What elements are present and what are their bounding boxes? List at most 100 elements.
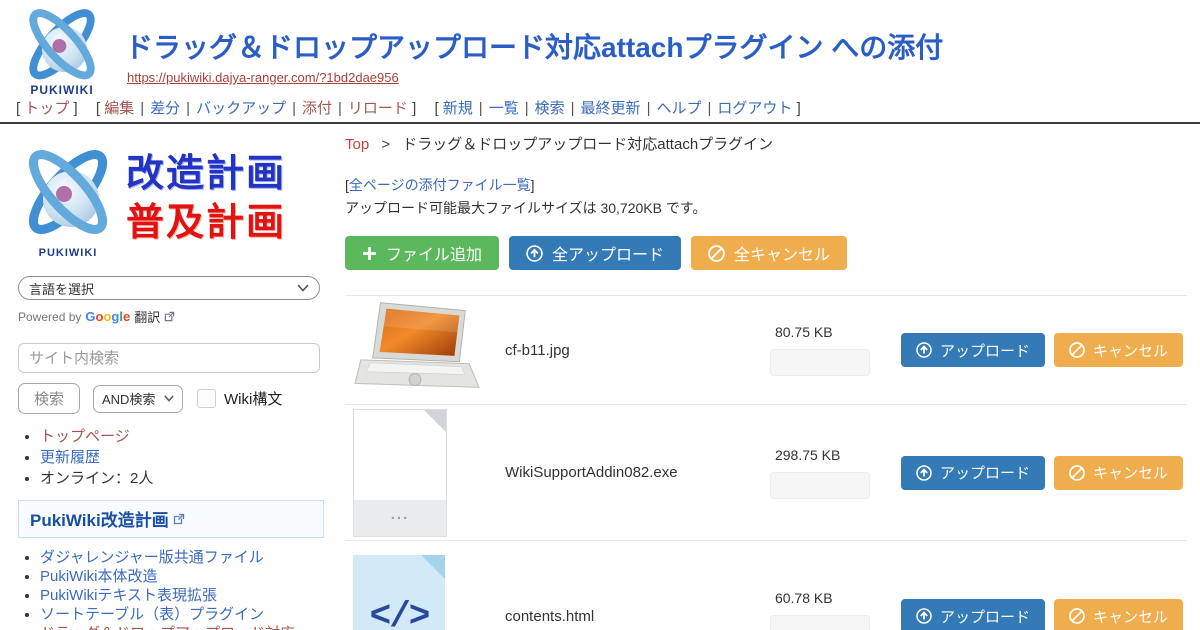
- google-logo: Google: [85, 309, 130, 324]
- language-select[interactable]: 言語を選択: [18, 276, 320, 300]
- nav-diff[interactable]: 差分: [150, 100, 180, 117]
- sidebar-plugin-links: ダジャレンジャー版共通ファイル PukiWiki本体改造 PukiWikiテキス…: [40, 549, 330, 630]
- list-item: PukiWiki本体改造: [40, 568, 330, 585]
- pukiwiki-brand-text: PUKIWIKI: [18, 247, 118, 259]
- upload-button[interactable]: アップロード: [901, 599, 1045, 630]
- site-search-input[interactable]: [18, 343, 320, 373]
- list-item: 更新履歴: [40, 449, 330, 467]
- attach-file-list-line: [全ページの添付ファイル一覧]: [345, 175, 1187, 195]
- cancel-button[interactable]: キャンセル: [1054, 456, 1183, 490]
- sidebar-quick-links: トップページ 更新履歴 オンライン：2人: [40, 428, 330, 488]
- ban-icon: [708, 245, 725, 262]
- chevron-down-icon: [297, 284, 309, 292]
- sidebar: PUKIWIKI 改造計画 普及計画 言語を選択 Powered by Goog…: [18, 130, 330, 630]
- list-item: ダジャレンジャー版共通ファイル: [40, 549, 330, 566]
- page-title: ドラッグ＆ドロップアップロード対応attachプラグイン への添付: [125, 26, 943, 66]
- atom-logo-icon: [18, 140, 118, 248]
- cancel-button[interactable]: キャンセル: [1054, 599, 1183, 630]
- nav-recent[interactable]: 最終更新: [581, 100, 641, 117]
- wiki-syntax-label: Wiki構文: [224, 388, 282, 409]
- page-fold: [421, 555, 445, 579]
- sidebar-item-update-history[interactable]: 更新履歴: [40, 449, 100, 466]
- slogan-line-1: 改造計画: [126, 150, 286, 199]
- upload-button[interactable]: アップロード: [901, 333, 1045, 367]
- ban-icon: [1069, 608, 1085, 624]
- sidebar-item-common-files[interactable]: ダジャレンジャー版共通ファイル: [40, 549, 264, 566]
- file-size-cell: 60.78 KB: [770, 590, 885, 630]
- nav-group-top: [ トップ ]: [16, 100, 78, 117]
- search-button[interactable]: 検索: [18, 383, 80, 414]
- google-translate-attribution: Powered by Google 翻訳: [18, 307, 330, 326]
- site-title-link[interactable]: PukiWiki改造計画: [30, 506, 185, 531]
- sidebar-item-core-mods[interactable]: PukiWiki本体改造: [40, 568, 158, 585]
- nav-edit[interactable]: 編集: [104, 100, 134, 117]
- nav-top[interactable]: トップ: [24, 100, 69, 117]
- sidebar-atom-logo: PUKIWIKI: [18, 140, 118, 259]
- list-item: トップページ: [40, 428, 330, 446]
- nav-attach[interactable]: 添付: [302, 100, 332, 117]
- nav-reload[interactable]: リロード: [348, 100, 408, 117]
- all-pages-attach-list-link[interactable]: 全ページの添付ファイル一覧: [349, 177, 531, 193]
- top-navbar: [ トップ ] [ 編集|差分|バックアップ|添付|リロード ] [ 新規|一覧…: [16, 97, 815, 118]
- code-icon: </>: [370, 596, 429, 630]
- online-users-count: オンライン：2人: [40, 470, 153, 487]
- nav-list[interactable]: 一覧: [489, 100, 519, 117]
- sidebar-item-top-page[interactable]: トップページ: [40, 428, 130, 445]
- laptop-photo-thumbnail: [353, 300, 481, 396]
- pukiwiki-logo[interactable]: PUKIWIKI: [16, 6, 108, 97]
- plus-icon: [362, 246, 377, 261]
- file-size: 80.75 KB: [770, 324, 885, 340]
- file-thumbnail: ...: [345, 409, 505, 537]
- external-link-icon: [164, 311, 175, 322]
- nav-group-page: [ 編集|差分|バックアップ|添付|リロード ]: [96, 100, 416, 117]
- file-row-actions: アップロード キャンセル: [901, 599, 1187, 630]
- upload-circle-icon: [916, 465, 932, 481]
- file-icon-dots: ...: [354, 500, 446, 536]
- nav-logout[interactable]: ログアウト: [717, 100, 792, 117]
- wiki-syntax-checkbox[interactable]: [197, 389, 216, 408]
- file-name: contents.html: [505, 608, 770, 625]
- cancel-all-button[interactable]: 全キャンセル: [691, 236, 847, 270]
- powered-by-text: Powered by: [18, 310, 81, 324]
- file-thumbnail: [345, 300, 505, 401]
- nav-new[interactable]: 新規: [443, 100, 473, 117]
- search-controls-row: 検索 AND検索 Wiki構文: [18, 383, 330, 414]
- list-item: オンライン：2人: [40, 470, 330, 488]
- breadcrumb-top-link[interactable]: Top: [345, 136, 369, 153]
- atom-logo-icon: [18, 6, 106, 86]
- add-files-button[interactable]: ファイル追加: [345, 236, 499, 270]
- sidebar-item-dnd-attach[interactable]: ドラッグ＆ドロップアップロード対応attachプラグイン: [40, 625, 295, 630]
- list-item: ドラッグ＆ドロップアップロード対応attachプラグイン: [40, 625, 330, 630]
- upload-all-button[interactable]: 全アップロード: [509, 236, 681, 270]
- sidebar-site-logo[interactable]: PUKIWIKI 改造計画 普及計画: [18, 130, 330, 268]
- cancel-button[interactable]: キャンセル: [1054, 333, 1183, 367]
- chevron-down-icon: [164, 395, 174, 402]
- sidebar-item-sort-table[interactable]: ソートテーブル（表）プラグイン: [40, 606, 264, 623]
- nav-backup[interactable]: バックアップ: [196, 100, 286, 117]
- file-size: 298.75 KB: [770, 447, 885, 463]
- file-name: cf-b11.jpg: [505, 342, 770, 359]
- site-slogan: 改造計画 普及計画: [126, 150, 286, 249]
- breadcrumb: Top > ドラッグ＆ドロップアップロード対応attachプラグイン: [345, 133, 1187, 154]
- upload-progress-bar: [770, 615, 870, 630]
- html-file-icon: </>: [353, 555, 445, 630]
- upload-circle-icon: [916, 342, 932, 358]
- nav-group-site: [ 新規|一覧|検索|最終更新|ヘルプ|ログアウト ]: [434, 100, 800, 117]
- nav-search[interactable]: 検索: [535, 100, 565, 117]
- page-url-link[interactable]: https://pukiwiki.dajya-ranger.com/?1bd2d…: [127, 70, 399, 85]
- search-mode-value: AND検索: [102, 389, 155, 408]
- ban-icon: [1069, 465, 1085, 481]
- page-fold: [424, 410, 446, 432]
- file-size: 60.78 KB: [770, 590, 885, 606]
- upload-button[interactable]: アップロード: [901, 456, 1045, 490]
- ban-icon: [1069, 342, 1085, 358]
- sidebar-item-text-extension[interactable]: PukiWikiテキスト表現拡張: [40, 587, 217, 604]
- upload-file-list: cf-b11.jpg 80.75 KB アップロード: [345, 295, 1187, 630]
- upload-toolbar: ファイル追加 全アップロード 全キャンセル: [345, 236, 1187, 270]
- translate-label[interactable]: 翻訳: [134, 307, 160, 326]
- file-name: WikiSupportAddin082.exe: [505, 464, 770, 481]
- search-mode-select[interactable]: AND検索: [93, 385, 183, 413]
- upload-progress-bar: [770, 472, 870, 499]
- nav-help[interactable]: ヘルプ: [656, 100, 701, 117]
- language-select-value: 言語を選択: [29, 279, 94, 298]
